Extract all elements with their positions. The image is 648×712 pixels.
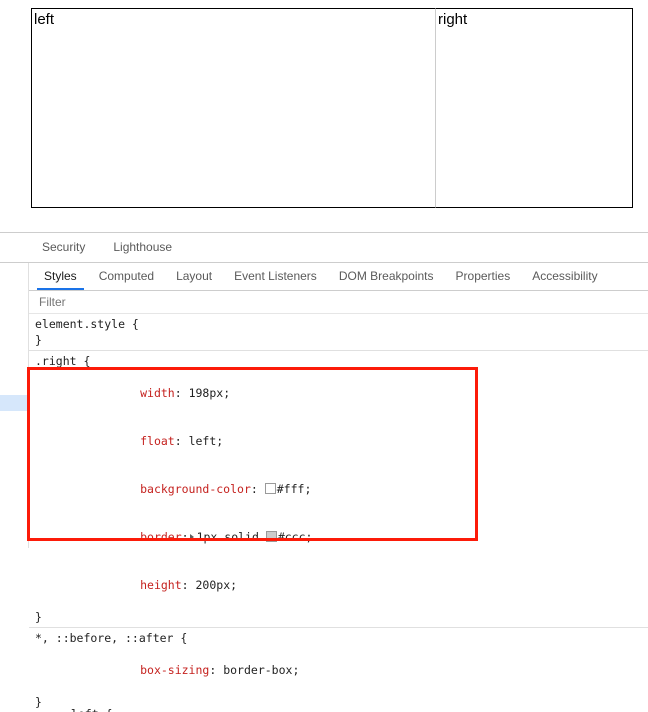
css-property-value[interactable]: border-box	[223, 663, 292, 677]
tab-styles[interactable]: Styles	[33, 263, 88, 290]
css-declaration[interactable]: background-color: #fff;	[35, 465, 648, 513]
css-property-name[interactable]: box-sizing	[118, 663, 209, 677]
right-box-label: right	[438, 11, 468, 28]
css-property-name[interactable]: height	[118, 578, 182, 592]
color-swatch-icon[interactable]	[265, 531, 277, 542]
styles-filter-input[interactable]	[39, 295, 339, 309]
css-selector[interactable]: *, ::before, ::after {	[35, 630, 648, 646]
css-rule-universal[interactable]: *, ::before, ::after { box-sizing: borde…	[29, 627, 648, 712]
css-property-value[interactable]: 198px	[189, 386, 224, 400]
styles-pane-tab-strip: Styles Computed Layout Event Listeners D…	[29, 263, 648, 291]
css-rule-element-style[interactable]: element.style { }	[29, 314, 648, 350]
expand-shorthand-icon[interactable]	[189, 534, 194, 540]
devtools-left-gutter	[0, 263, 29, 548]
css-property-value[interactable]: left	[189, 434, 217, 448]
css-rules-list: element.style { } .right { width: 198px;…	[29, 314, 648, 712]
tab-properties[interactable]: Properties	[445, 263, 522, 290]
css-declaration[interactable]: border: 1px solid #ccc;	[35, 513, 648, 561]
tab-computed[interactable]: Computed	[88, 263, 165, 290]
floats-container: left right	[31, 8, 633, 210]
styles-sidebar: Styles Computed Layout Event Listeners D…	[29, 263, 648, 712]
css-rule-clipped-next[interactable]: .left {	[64, 706, 112, 712]
css-rule-close-brace: }	[35, 695, 42, 709]
styles-filter-row	[29, 291, 648, 314]
tab-event-listeners[interactable]: Event Listeners	[223, 263, 328, 290]
css-declaration[interactable]: height: 200px;	[35, 561, 648, 609]
tab-dom-breakpoints[interactable]: DOM Breakpoints	[328, 263, 445, 290]
left-float-box: left	[31, 8, 435, 208]
css-property-name[interactable]: border	[118, 530, 182, 544]
css-declaration[interactable]: box-sizing: border-box;	[35, 646, 648, 694]
right-float-box: right	[435, 8, 633, 208]
drawer-tab-security[interactable]: Security	[28, 233, 99, 262]
left-box-label: left	[34, 11, 55, 28]
css-rule-close-brace: }	[35, 333, 42, 347]
css-property-name[interactable]: background-color	[118, 482, 251, 496]
devtools-lower-region: Styles Computed Layout Event Listeners D…	[0, 263, 648, 712]
drawer-tab-lighthouse[interactable]: Lighthouse	[99, 233, 186, 262]
css-property-name[interactable]: width	[118, 386, 175, 400]
css-property-value[interactable]: #fff	[277, 482, 305, 496]
selected-rule-marker	[0, 395, 28, 411]
css-selector[interactable]: element.style {	[35, 316, 648, 332]
tab-layout[interactable]: Layout	[165, 263, 223, 290]
css-declaration[interactable]: width: 198px;	[35, 369, 648, 417]
drawer-tab-strip: Security Lighthouse	[0, 233, 648, 263]
page-preview-viewport: left right	[0, 0, 648, 230]
css-selector[interactable]: .right {	[35, 353, 648, 369]
css-property-value[interactable]: 200px	[196, 578, 231, 592]
devtools-panel: Security Lighthouse Styles Computed Layo…	[0, 232, 648, 712]
css-declaration[interactable]: float: left;	[35, 417, 648, 465]
css-rule-close-brace: }	[35, 610, 42, 624]
color-swatch-icon[interactable]	[264, 483, 276, 494]
css-property-name[interactable]: float	[118, 434, 175, 448]
tab-accessibility[interactable]: Accessibility	[521, 263, 608, 290]
css-rule-right[interactable]: .right { width: 198px; float: left; back…	[29, 350, 648, 627]
